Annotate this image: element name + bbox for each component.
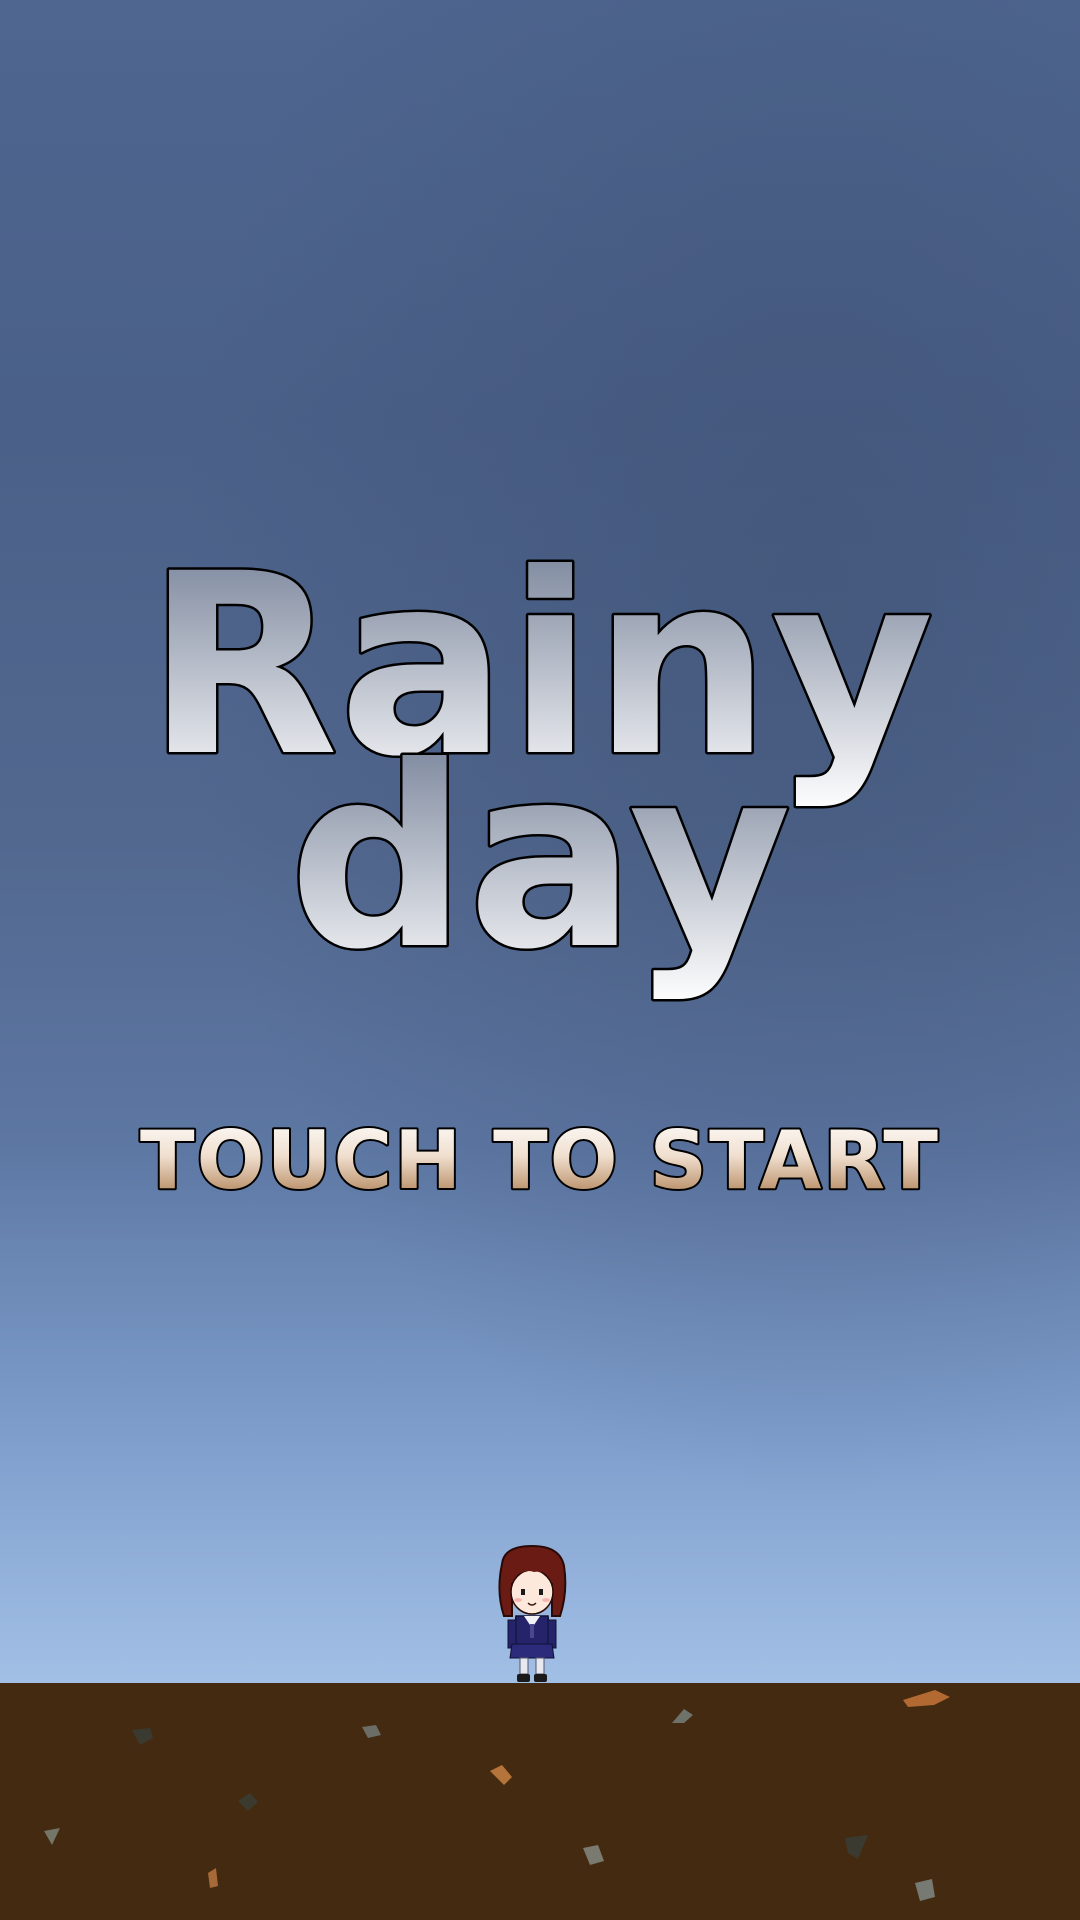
character-face (510, 1569, 554, 1615)
pebble (132, 1728, 153, 1745)
pebble (208, 1868, 218, 1888)
touch-to-start-area[interactable] (150, 1110, 930, 1200)
pebble (44, 1828, 60, 1845)
pebble (238, 1793, 258, 1811)
ground-pebbles (44, 1690, 950, 1901)
pebble (672, 1709, 693, 1723)
pebble (583, 1845, 604, 1865)
player-character (498, 1544, 567, 1682)
pebble (362, 1725, 381, 1738)
pebble (903, 1690, 950, 1707)
pebble (490, 1765, 512, 1785)
sky-background (0, 0, 1080, 1683)
pebble (915, 1879, 935, 1901)
pebble (845, 1835, 868, 1859)
